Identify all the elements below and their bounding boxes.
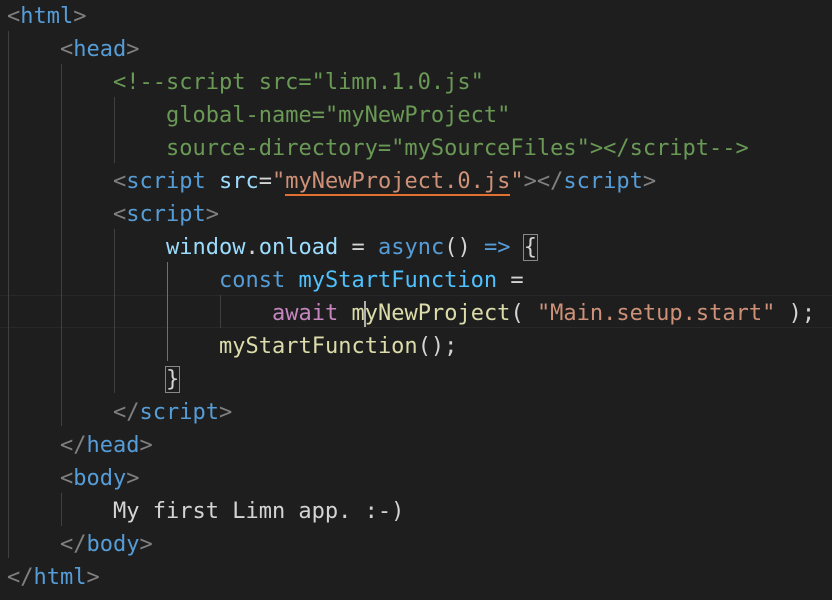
comment-text: source-directory="mySourceFiles"></scrip… bbox=[166, 136, 749, 161]
code-line-5[interactable]: source-directory="mySourceFiles"></scrip… bbox=[166, 132, 749, 165]
tag-bracket: < bbox=[113, 202, 127, 227]
tag-name: html bbox=[20, 4, 74, 29]
code-line-18[interactable]: </html> bbox=[7, 561, 100, 594]
indent-guide bbox=[167, 262, 168, 361]
tag-name: body bbox=[73, 466, 127, 491]
tag-bracket: > bbox=[126, 466, 140, 491]
tag-bracket: </ bbox=[7, 565, 34, 590]
code-line-6[interactable]: <script src="myNewProject.0.js"></script… bbox=[113, 165, 656, 198]
tag-name: script bbox=[139, 400, 219, 425]
tag-bracket: > bbox=[86, 565, 100, 590]
tag-name: head bbox=[73, 37, 127, 62]
tag-bracket: </ bbox=[60, 433, 87, 458]
tag-bracket: > bbox=[126, 37, 140, 62]
identifier: myStartFunction bbox=[298, 268, 498, 293]
code-line-13[interactable]: </script> bbox=[113, 396, 232, 429]
indent-guide bbox=[8, 31, 9, 558]
tag-bracket: </ bbox=[113, 400, 140, 425]
code-line-7[interactable]: <script> bbox=[113, 198, 219, 231]
tag-bracket: > bbox=[139, 433, 153, 458]
tag-bracket: ></ bbox=[523, 169, 564, 194]
matched-bracket: { bbox=[522, 234, 538, 261]
quote: " bbox=[271, 169, 286, 194]
tag-bracket: </ bbox=[60, 532, 87, 557]
tag-bracket: < bbox=[7, 4, 21, 29]
indent-guide bbox=[114, 229, 115, 393]
attribute-name: src bbox=[218, 169, 259, 194]
comment-text: global-name="myNewProject" bbox=[166, 103, 511, 128]
keyword: const bbox=[219, 268, 286, 293]
code-editor[interactable]: <html> <head> <!--script src="limn.1.0.j… bbox=[0, 0, 832, 600]
code-line-14[interactable]: </head> bbox=[60, 429, 153, 462]
keyword: await bbox=[272, 301, 339, 326]
quote: " bbox=[510, 169, 524, 194]
function-name: m bbox=[351, 301, 365, 326]
matched-bracket: } bbox=[164, 366, 181, 393]
code-line-11[interactable]: myStartFunction(); bbox=[219, 330, 457, 363]
tag-bracket: > bbox=[139, 532, 153, 557]
tag-bracket: < bbox=[113, 169, 127, 194]
code-line-8[interactable]: window.onload = async() => { bbox=[166, 231, 538, 264]
code-line-4[interactable]: global-name="myNewProject" bbox=[166, 99, 510, 132]
paren: ); bbox=[775, 301, 816, 326]
comment-text: <!--script src="limn.1.0.js" bbox=[113, 70, 484, 95]
operator: = bbox=[497, 268, 524, 293]
indent-guide bbox=[114, 97, 115, 163]
string-literal: "Main.setup.start" bbox=[536, 301, 776, 326]
tag-bracket: < bbox=[60, 466, 74, 491]
code-line-9[interactable]: const myStartFunction = bbox=[219, 264, 524, 297]
identifier: onload bbox=[258, 235, 339, 260]
paren: ( bbox=[510, 301, 537, 326]
code-line-17[interactable]: </body> bbox=[60, 528, 153, 561]
tag-name: body bbox=[86, 532, 140, 557]
punctuation: (); bbox=[417, 334, 458, 359]
body-text: My first Limn app. :-) bbox=[113, 499, 405, 524]
code-line-12[interactable]: } bbox=[164, 363, 181, 396]
code-line-15[interactable]: <body> bbox=[60, 462, 139, 495]
indent-guide bbox=[61, 493, 62, 526]
code-line-16[interactable]: My first Limn app. :-) bbox=[113, 495, 404, 528]
operator: = bbox=[338, 235, 378, 260]
code-line-3[interactable]: <!--script src="limn.1.0.js" bbox=[113, 66, 484, 99]
tag-name: script bbox=[563, 169, 643, 194]
function-name: myStartFunction bbox=[219, 334, 418, 359]
indent-guide bbox=[220, 295, 221, 328]
arrow: => bbox=[483, 235, 511, 260]
code-line-10[interactable]: await myNewProject( "Main.setup.start" )… bbox=[272, 297, 815, 330]
indent-guide bbox=[61, 64, 62, 426]
function-name: yNewProject bbox=[364, 301, 511, 326]
params: () bbox=[444, 235, 484, 260]
tag-name: script bbox=[126, 169, 206, 194]
tag-name: script bbox=[126, 202, 206, 227]
keyword: async bbox=[377, 235, 445, 260]
tag-bracket: > bbox=[642, 169, 657, 194]
tag-bracket: < bbox=[60, 37, 74, 62]
tag-bracket: > bbox=[205, 202, 219, 227]
identifier: window bbox=[166, 235, 246, 260]
code-line-2[interactable]: <head> bbox=[60, 33, 139, 66]
tag-bracket: > bbox=[73, 4, 87, 29]
tag-name: html bbox=[33, 565, 87, 590]
equals-sign: = bbox=[258, 169, 272, 194]
src-link[interactable]: myNewProject.0.js bbox=[285, 169, 511, 196]
tag-bracket: > bbox=[218, 400, 233, 425]
tag-name: head bbox=[86, 433, 140, 458]
dot: . bbox=[245, 235, 259, 260]
code-line-1[interactable]: <html> bbox=[7, 0, 86, 33]
